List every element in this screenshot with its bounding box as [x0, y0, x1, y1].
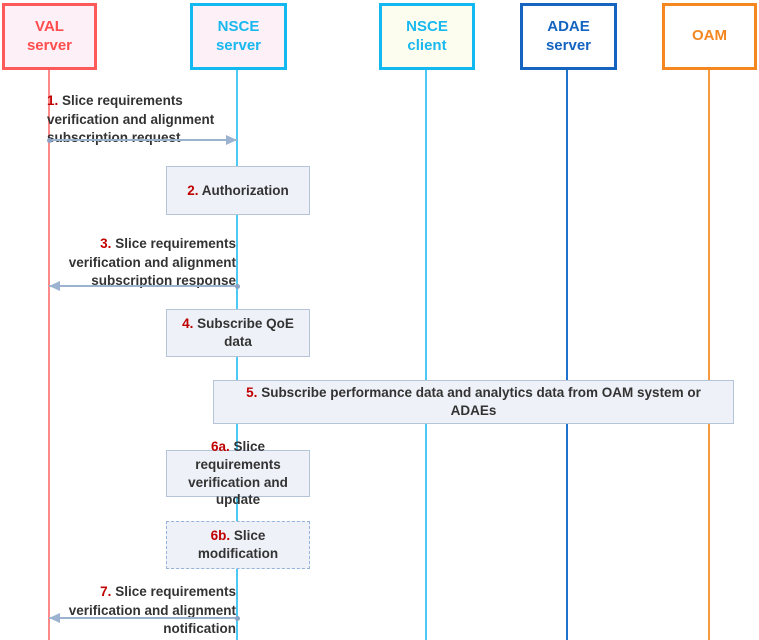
- message-arrowhead-3: [49, 281, 60, 291]
- actor-nsce-client-line2: client: [407, 36, 447, 54]
- actor-val-server-line1: VAL: [35, 17, 64, 35]
- process-box-text-5: Subscribe performance data and analytics…: [257, 385, 701, 418]
- lifeline-nsce-client: [425, 70, 427, 640]
- message-arrow-1: [49, 139, 237, 141]
- actor-nsce-client-line1: NSCE: [406, 17, 448, 35]
- process-box-number-4: 4.: [182, 316, 194, 332]
- process-box-number-6b: 6b.: [210, 528, 231, 544]
- process-box-number-5: 5.: [246, 385, 258, 401]
- message-text-1: Slice requirements verification and alig…: [47, 93, 215, 146]
- message-number-7: 7.: [100, 584, 112, 599]
- message-label-7: 7. Slice requirements verification and a…: [48, 583, 236, 639]
- actor-oam-line1: OAM: [692, 27, 727, 45]
- message-arrowhead-1: [226, 135, 237, 145]
- actor-oam: OAM: [662, 3, 757, 70]
- actor-adae-server-line2: server: [545, 36, 592, 54]
- message-number-3: 3.: [100, 236, 112, 251]
- actor-val-server-line2: server: [26, 36, 73, 54]
- actor-nsce-server: NSCE server: [190, 3, 287, 70]
- process-box-text-2: Authorization: [198, 182, 289, 198]
- process-box-slice-requirements-verification: 6a. Slice requirements verification and …: [166, 439, 310, 507]
- message-number-1: 1.: [47, 93, 59, 108]
- lifeline-oam: [708, 70, 710, 640]
- message-origin-dot-3: [235, 284, 240, 289]
- message-text-7: Slice requirements verification and alig…: [68, 584, 236, 637]
- sequence-diagram-canvas: VAL server NSCE server NSCE client ADAE …: [0, 0, 759, 640]
- message-text-3: Slice requirements verification and alig…: [68, 236, 236, 289]
- lifeline-adae-server: [566, 70, 568, 640]
- process-box-text-6a: Slice requirements verification and upda…: [188, 439, 288, 508]
- message-origin-dot-1: [47, 138, 52, 143]
- actor-nsce-server-line1: NSCE: [217, 17, 260, 35]
- message-arrow-7: [49, 617, 237, 619]
- process-box-number-6a: 6a.: [210, 439, 230, 455]
- actor-adae-server: ADAE server: [520, 3, 617, 70]
- process-box-slice-modification: 6b. Slice modification: [166, 521, 310, 569]
- actor-adae-server-line1: ADAE: [547, 17, 590, 35]
- actor-nsce-client: NSCE client: [379, 3, 475, 70]
- process-box-number-2: 2.: [187, 182, 199, 198]
- message-arrow-3: [49, 285, 237, 287]
- actor-val-server: VAL server: [2, 3, 97, 70]
- process-box-authorization: 2. Authorization: [166, 166, 310, 215]
- process-box-text-4: Subscribe QoE data: [193, 316, 294, 349]
- process-box-subscribe-performance-data: 5. Subscribe performance data and analyt…: [213, 380, 734, 424]
- lifeline-val-server: [48, 70, 50, 640]
- process-box-subscribe-qoe-data: 4. Subscribe QoE data: [166, 309, 310, 357]
- actor-nsce-server-line2: server: [215, 36, 262, 54]
- message-arrowhead-7: [49, 613, 60, 623]
- message-origin-dot-7: [235, 616, 240, 621]
- message-label-3: 3. Slice requirements verification and a…: [48, 235, 236, 291]
